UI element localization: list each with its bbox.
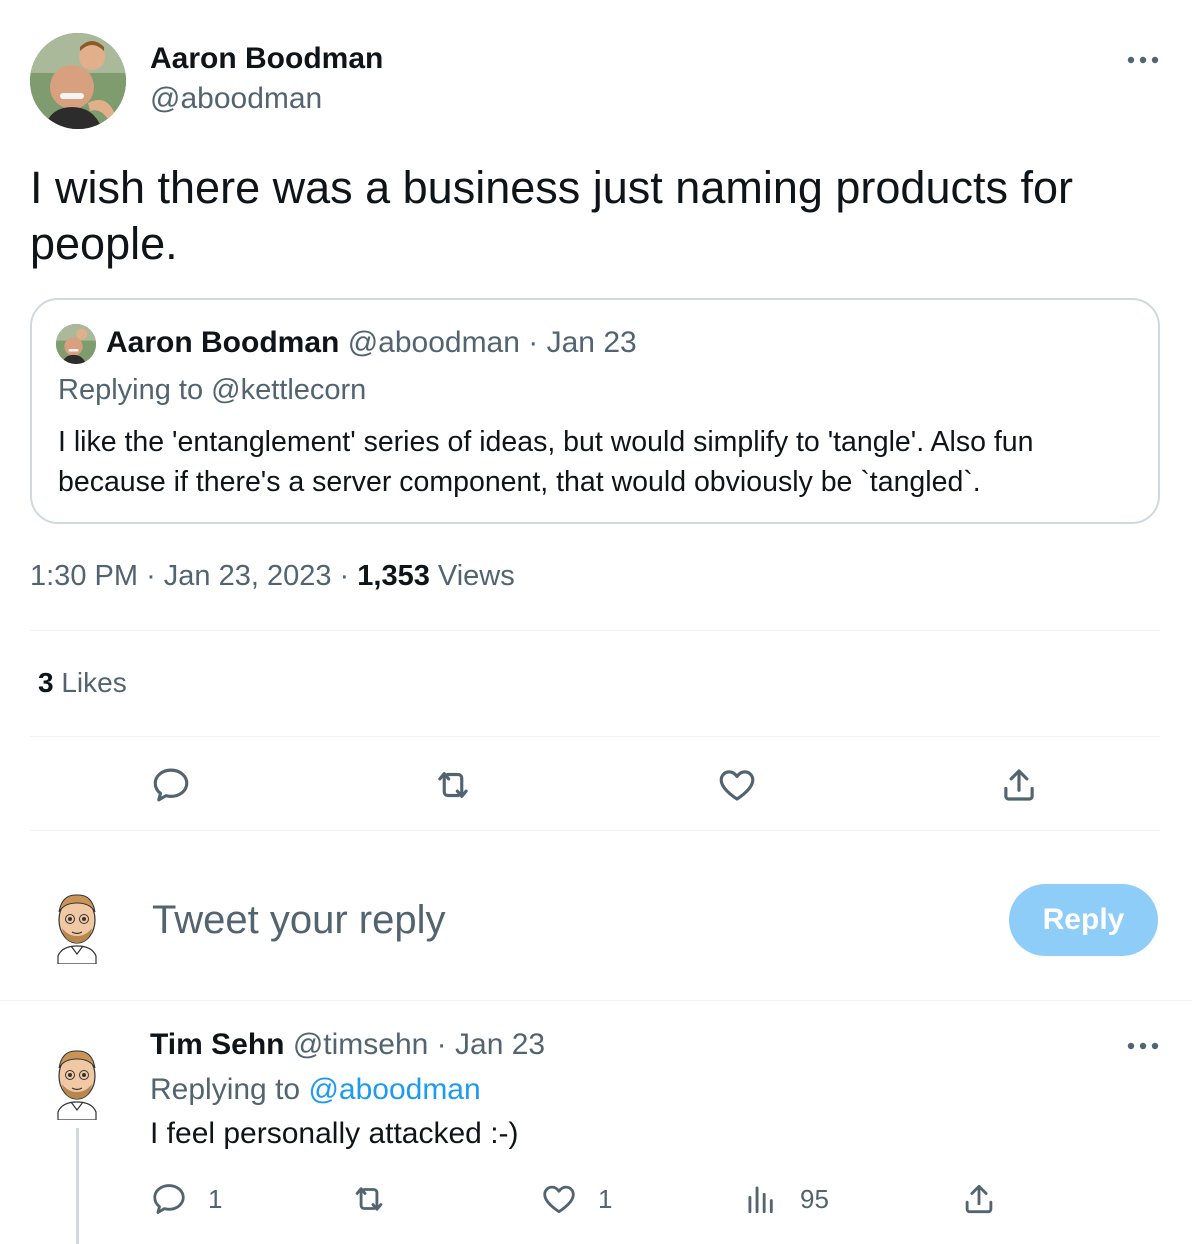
author-name[interactable]: Aaron Boodman xyxy=(150,42,383,76)
author-avatar[interactable] xyxy=(30,33,126,129)
separator-dot: · xyxy=(436,1028,447,1061)
retweet-icon xyxy=(438,772,468,798)
thread-line xyxy=(76,1128,79,1244)
reply-share-button[interactable] xyxy=(960,1180,998,1218)
divider xyxy=(30,830,1160,831)
separator-dot: · xyxy=(146,560,164,592)
current-user-avatar[interactable] xyxy=(50,890,104,965)
tweet-time[interactable]: 1:30 PM xyxy=(30,560,138,592)
comment-icon xyxy=(153,768,189,802)
views-count: 1,353 xyxy=(357,560,430,592)
more-options-icon[interactable] xyxy=(1123,45,1163,75)
reply-submit-button[interactable]: Reply xyxy=(1009,884,1158,956)
replying-to-handle[interactable]: @aboodman xyxy=(308,1073,480,1106)
reply-button[interactable] xyxy=(150,764,192,806)
tweet-meta: 1:30 PM · Jan 23, 2023 · 1,353 Views xyxy=(30,560,515,593)
retweet-button[interactable] xyxy=(432,764,474,806)
quoted-author-avatar xyxy=(56,324,96,364)
reply-like-count: 1 xyxy=(598,1183,613,1214)
share-icon xyxy=(1004,769,1034,801)
reply-input[interactable] xyxy=(152,895,932,945)
share-icon xyxy=(965,1184,993,1214)
quoted-author-name: Aaron Boodman xyxy=(106,326,340,359)
quoted-tweet-text: I like the 'entanglement' series of idea… xyxy=(58,426,1034,498)
reply-header: Tim Sehn @timsehn · Jan 23 xyxy=(150,1028,545,1062)
reply-more-options-icon[interactable] xyxy=(1123,1031,1163,1061)
reply-reply-count: 1 xyxy=(208,1183,223,1214)
reply-date[interactable]: Jan 23 xyxy=(455,1028,545,1061)
reply-retweet-button[interactable] xyxy=(350,1180,388,1218)
quoted-replying-to: Replying to @kettlecorn xyxy=(58,374,367,406)
like-button[interactable] xyxy=(716,764,758,806)
reply-views-count: 95 xyxy=(800,1183,829,1214)
reply-author-handle[interactable]: @timsehn xyxy=(293,1028,429,1061)
likes-label: Likes xyxy=(61,667,127,698)
reply-replying-to: Replying to @aboodman xyxy=(150,1073,481,1107)
reply-text: I feel personally attacked :-) xyxy=(150,1117,519,1150)
separator-dot: · xyxy=(339,560,358,592)
replying-to-label: Replying to xyxy=(150,1073,301,1106)
likes-count: 3 xyxy=(38,667,54,698)
likes-count-link[interactable]: 3 Likes xyxy=(38,667,127,699)
quoted-tweet-card[interactable]: Aaron Boodman @aboodman · Jan 23 Replyin… xyxy=(30,298,1160,524)
tweet-text: I wish there was a business just naming … xyxy=(30,162,1073,269)
reply-author-avatar[interactable] xyxy=(50,1046,104,1121)
views-label: Views xyxy=(437,560,515,592)
reply-like-button[interactable]: 1 xyxy=(540,1180,612,1218)
reply-views-button[interactable]: 95 xyxy=(742,1180,829,1218)
author-handle[interactable]: @aboodman xyxy=(150,82,322,116)
quoted-tweet-header: Aaron Boodman @aboodman · Jan 23 xyxy=(106,326,637,360)
divider xyxy=(30,736,1160,737)
comment-icon xyxy=(153,1184,185,1214)
share-button[interactable] xyxy=(998,764,1040,806)
quoted-author-handle: @aboodman xyxy=(347,326,520,359)
heart-icon xyxy=(543,1185,575,1214)
separator-dot: · xyxy=(528,326,539,359)
tweet-date[interactable]: Jan 23, 2023 xyxy=(164,560,332,592)
reply-reply-button[interactable]: 1 xyxy=(150,1180,222,1218)
retweet-icon xyxy=(355,1187,383,1211)
analytics-icon xyxy=(748,1186,773,1214)
divider xyxy=(30,630,1160,631)
heart-icon xyxy=(719,770,755,801)
reply-author-name[interactable]: Tim Sehn xyxy=(150,1028,284,1061)
divider xyxy=(0,1000,1192,1001)
quoted-tweet-date: Jan 23 xyxy=(546,326,637,359)
